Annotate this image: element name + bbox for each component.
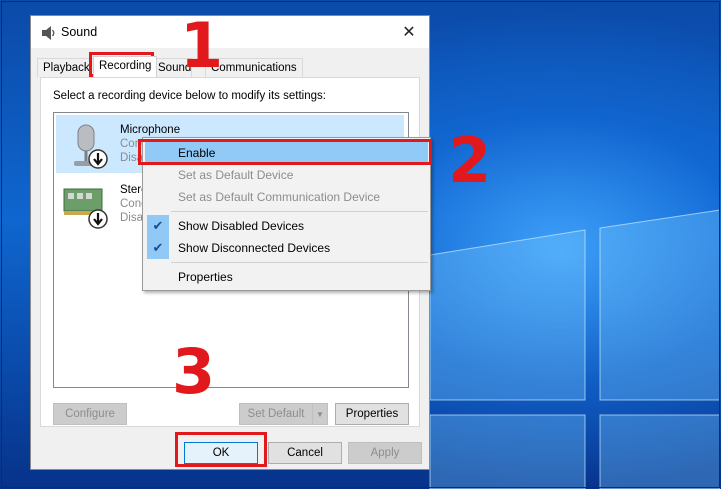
menu-item-properties[interactable]: Properties [145,266,428,288]
instruction-text: Select a recording device below to modif… [53,90,326,102]
windows-logo-icon [429,209,720,489]
menu-item-set-default-communication[interactable]: Set as Default Communication Device [145,186,428,208]
context-menu: Enable Set as Default Device Set as Defa… [142,137,431,291]
title-bar: Sound ✕ [31,16,429,48]
close-button[interactable]: ✕ [389,16,429,48]
cancel-button[interactable]: Cancel [268,442,342,464]
annotation-step-1: 1 [180,9,224,82]
microphone-icon [74,124,108,169]
menu-separator [171,211,428,212]
annotation-step-3: 3 [172,335,216,408]
tab-playback[interactable]: Playback [37,58,96,77]
set-default-button[interactable]: Set Default [239,403,313,425]
checkmark-icon: ✔ [147,237,169,259]
sound-card-icon [63,188,108,229]
annotation-step-2: 2 [448,124,492,197]
menu-item-label: Show Disabled Devices [178,219,305,233]
set-default-dropdown-button[interactable]: ▼ [312,403,328,425]
properties-button[interactable]: Properties [335,403,409,425]
menu-item-enable[interactable]: Enable [145,142,428,164]
checkmark-icon: ✔ [147,215,169,237]
device-name: Microphone [120,124,181,136]
configure-button[interactable]: Configure [53,403,127,425]
speaker-icon [42,26,55,40]
tab-recording[interactable]: Recording [93,56,158,77]
ok-button[interactable]: OK [184,442,258,464]
window-title: Sound [61,25,98,39]
menu-item-show-disabled[interactable]: ✔ Show Disabled Devices [145,215,428,237]
menu-item-label: Show Disconnected Devices [178,241,331,255]
apply-button[interactable]: Apply [348,442,422,464]
menu-item-show-disconnected[interactable]: ✔ Show Disconnected Devices [145,237,428,259]
chevron-down-icon: ▼ [316,409,324,419]
close-icon: ✕ [402,24,416,41]
menu-item-set-default[interactable]: Set as Default Device [145,164,428,186]
menu-separator [171,262,428,263]
